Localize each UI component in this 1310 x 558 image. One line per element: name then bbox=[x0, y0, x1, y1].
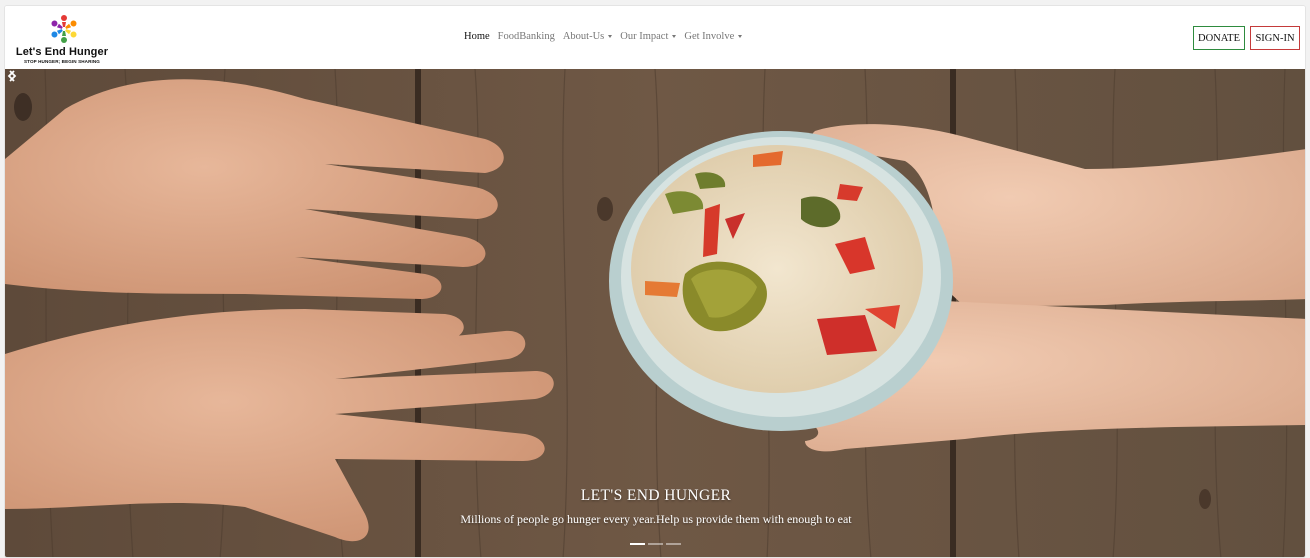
brand-tagline: STOP HUNGER; BEGIN SHARING bbox=[24, 59, 100, 64]
hero-title: LET'S END HUNGER bbox=[580, 487, 732, 504]
nav-about-us-label: About-Us bbox=[562, 31, 605, 42]
nav-home-label: Home bbox=[464, 31, 490, 42]
nav-foodbanking[interactable]: FoodBanking bbox=[498, 31, 555, 42]
nav-home[interactable]: Home bbox=[464, 31, 490, 42]
caret-down-icon bbox=[672, 35, 677, 38]
carousel-indicators bbox=[630, 543, 681, 545]
hero-image bbox=[5, 69, 1305, 557]
donate-button[interactable]: DONATE bbox=[1193, 26, 1245, 50]
nav-about-us[interactable]: About-Us bbox=[562, 31, 613, 42]
sign-in-button[interactable]: SIGN-IN bbox=[1250, 26, 1300, 50]
nav-our-impact[interactable]: Our Impact bbox=[620, 31, 677, 42]
nav-get-involve[interactable]: Get Involve bbox=[684, 31, 743, 42]
carousel-indicator[interactable] bbox=[630, 543, 645, 545]
nav-get-involve-label: Get Involve bbox=[684, 31, 735, 42]
page-frame: Let's End Hunger STOP HUNGER; BEGIN SHAR… bbox=[4, 5, 1306, 558]
carousel-indicator[interactable] bbox=[648, 543, 663, 545]
main-nav: Home FoodBanking About-Us Our Impact Get… bbox=[464, 31, 743, 42]
brand-logo[interactable]: Let's End Hunger STOP HUNGER; BEGIN SHAR… bbox=[14, 12, 110, 64]
nav-our-impact-label: Our Impact bbox=[620, 31, 669, 42]
hero-carousel: LET'S END HUNGER Millions of people go h… bbox=[5, 69, 1305, 557]
navbar: Let's End Hunger STOP HUNGER; BEGIN SHAR… bbox=[5, 6, 1305, 69]
brand-title: Let's End Hunger bbox=[15, 46, 109, 58]
people-circle-logo-icon bbox=[51, 15, 77, 43]
caret-down-icon bbox=[738, 35, 743, 38]
carousel-indicator[interactable] bbox=[666, 543, 681, 545]
caret-down-icon bbox=[608, 35, 613, 38]
hero-subtitle: Millions of people go hunger every year.… bbox=[460, 512, 852, 526]
carousel-next-chevron-right-icon[interactable] bbox=[5, 69, 19, 83]
nav-foodbanking-label: FoodBanking bbox=[497, 31, 555, 42]
